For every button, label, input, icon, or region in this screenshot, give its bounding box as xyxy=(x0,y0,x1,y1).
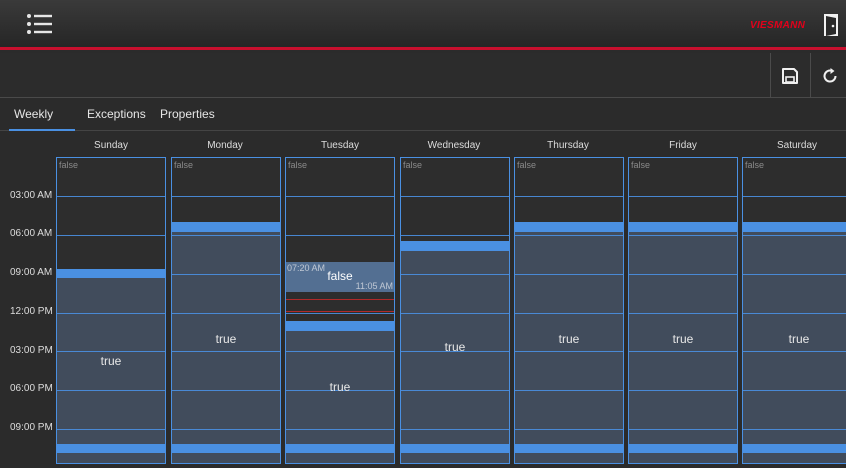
schedule-transition-bar[interactable] xyxy=(57,269,165,278)
false-value-label: false xyxy=(517,160,537,170)
true-value-label: true xyxy=(329,380,351,394)
false-value-label: false xyxy=(59,160,79,170)
time-label: 12:00 PM xyxy=(10,306,53,317)
refresh-button[interactable] xyxy=(810,53,846,98)
time-label: 06:00 AM xyxy=(10,228,53,239)
true-value-label: true xyxy=(100,354,122,368)
tab-weekly[interactable]: Weekly xyxy=(14,107,53,121)
schedule-transition-bar[interactable] xyxy=(629,444,737,453)
top-header: VIESMANN xyxy=(0,0,846,50)
day-header-friday: Friday xyxy=(669,140,697,151)
day-header-sunday: Sunday xyxy=(94,140,128,151)
true-value-label: true xyxy=(444,340,466,354)
brand-name: VIESMANN xyxy=(750,20,806,31)
schedule-transition-bar[interactable] xyxy=(515,444,623,453)
tab-bar: Weekly Exceptions Properties xyxy=(0,99,846,131)
time-label: 09:00 AM xyxy=(10,267,53,278)
day-header-saturday: Saturday xyxy=(776,140,818,151)
refresh-icon xyxy=(823,67,837,82)
false-value-label: false xyxy=(288,160,308,170)
time-label: 09:00 PM xyxy=(10,422,53,433)
false-value-label: false xyxy=(403,160,423,170)
time-label: 03:00 PM xyxy=(10,345,53,356)
false-value-label: false xyxy=(631,160,651,170)
schedule-transition-bar[interactable] xyxy=(515,222,623,232)
day-header-thursday: Thursday xyxy=(547,140,589,151)
save-icon xyxy=(781,67,798,84)
schedule-app: VIESMANN Weekly Exceptions Properties Su… xyxy=(0,0,846,468)
false-value-label: false xyxy=(174,160,194,170)
true-value-label: true xyxy=(672,332,694,346)
time-label: 03:00 AM xyxy=(10,190,53,201)
time-label: 06:00 PM xyxy=(10,383,53,394)
tab-exceptions[interactable]: Exceptions xyxy=(87,107,146,121)
true-value-label: true xyxy=(215,332,237,346)
true-value-label: true xyxy=(558,332,580,346)
schedule-transition-bar[interactable] xyxy=(57,444,165,453)
day-column-tuesday[interactable]: 07:20 AM false 11:05 AM false true xyxy=(285,157,395,464)
day-column-sunday[interactable]: false true xyxy=(56,157,166,464)
active-tab-indicator xyxy=(9,129,75,131)
schedule-transition-bar[interactable] xyxy=(286,321,394,331)
day-column-thursday[interactable]: false true xyxy=(514,157,624,464)
schedule-transition-bar[interactable] xyxy=(172,222,280,232)
exception-end-time: 11:05 AM xyxy=(355,281,393,291)
exit-door-icon[interactable] xyxy=(822,12,842,38)
schedule-transition-bar[interactable] xyxy=(172,444,280,453)
schedule-transition-bar[interactable] xyxy=(743,444,846,453)
schedule-transition-bar[interactable] xyxy=(401,444,509,453)
true-value-label: true xyxy=(788,332,810,346)
exception-false-block[interactable]: 07:20 AM false 11:05 AM xyxy=(286,262,394,292)
day-header-wednesday: Wednesday xyxy=(427,140,481,151)
false-value-label: false xyxy=(745,160,765,170)
day-column-saturday[interactable]: false true xyxy=(742,157,846,464)
menu-list-icon[interactable] xyxy=(26,11,54,37)
tab-properties[interactable]: Properties xyxy=(160,107,215,121)
day-header-tuesday: Tuesday xyxy=(321,140,359,151)
day-column-friday[interactable]: false true xyxy=(628,157,738,464)
schedule-transition-bar[interactable] xyxy=(743,222,846,232)
save-button[interactable] xyxy=(770,53,808,98)
schedule-transition-bar[interactable] xyxy=(629,222,737,232)
day-column-monday[interactable]: false true xyxy=(171,157,281,464)
toolbar xyxy=(0,53,846,98)
schedule-transition-bar[interactable] xyxy=(286,444,394,453)
brand-logo: VIESMANN xyxy=(750,19,805,32)
day-header-monday: Monday xyxy=(207,140,243,151)
day-column-wednesday[interactable]: false true xyxy=(400,157,510,464)
schedule-transition-bar[interactable] xyxy=(401,241,509,251)
